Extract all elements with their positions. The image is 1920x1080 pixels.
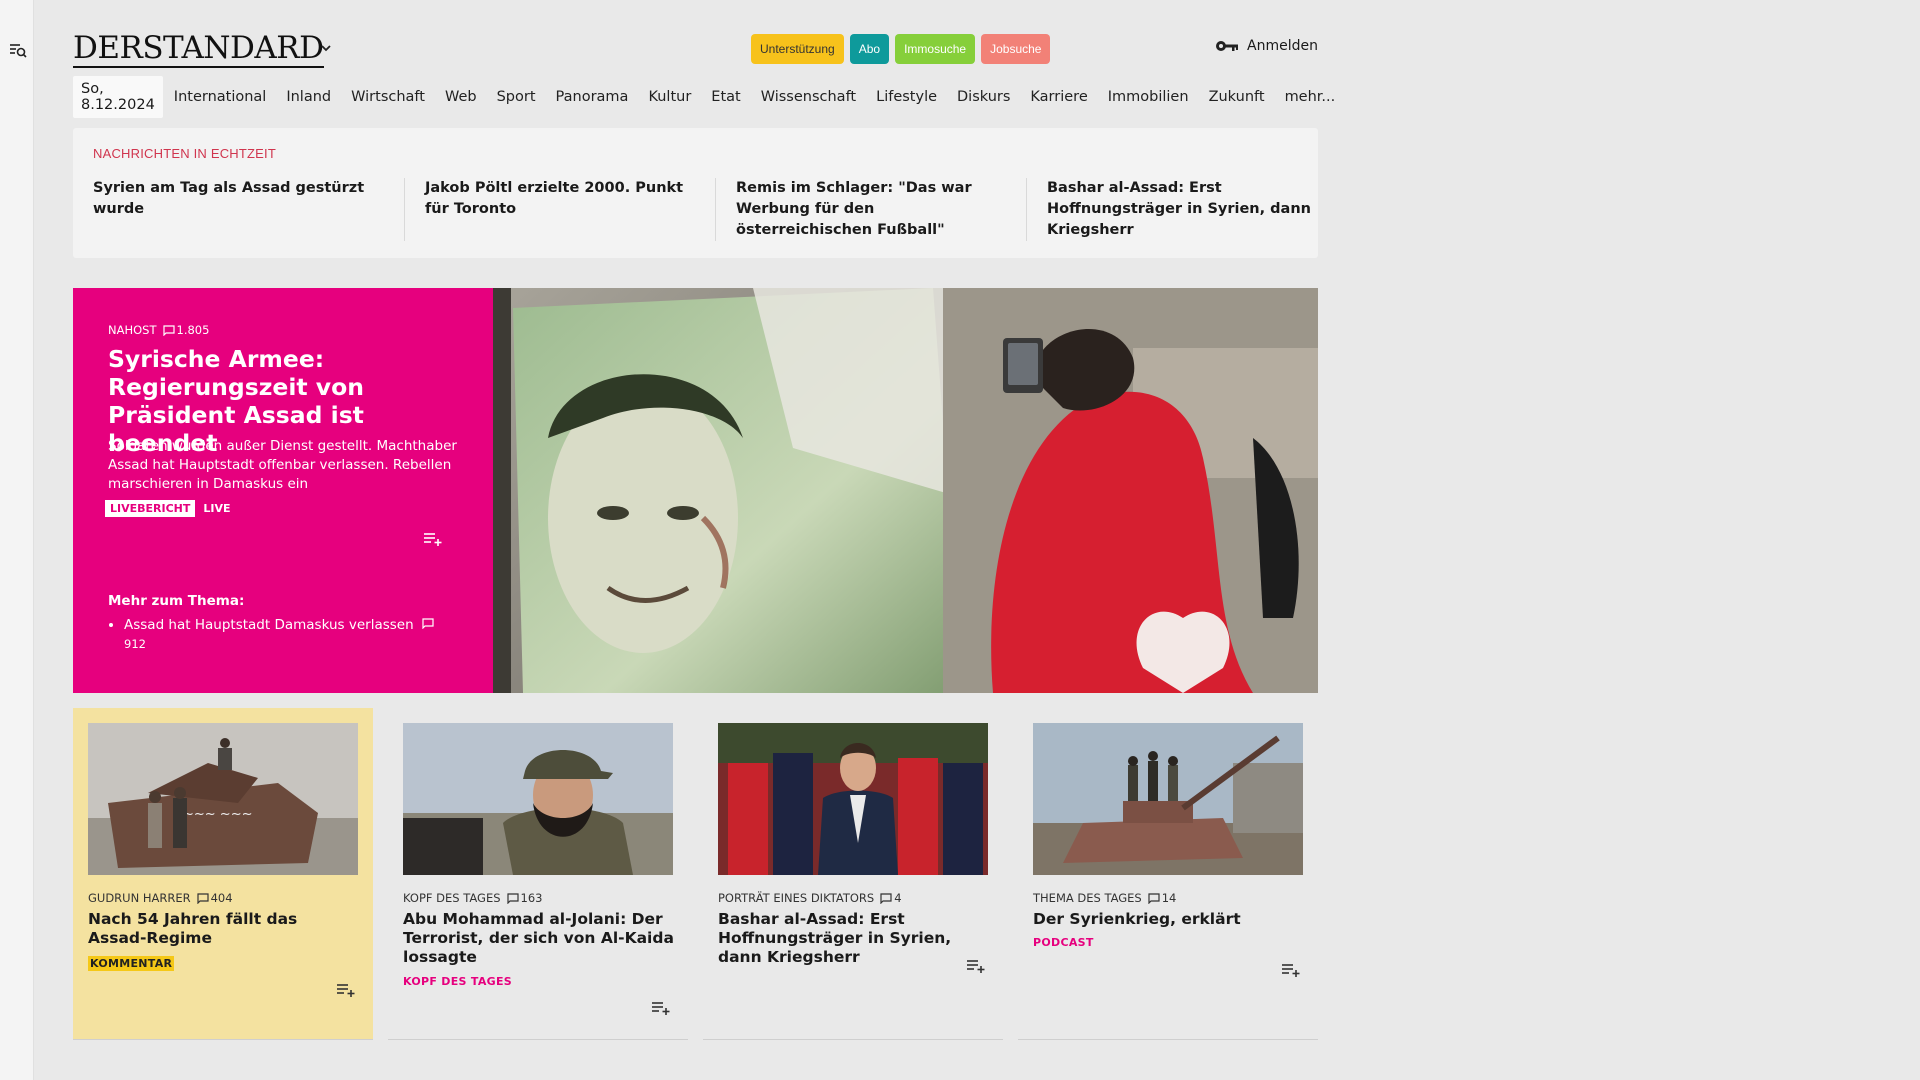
add-to-list-icon[interactable] [1281, 962, 1301, 982]
comment-icon [162, 324, 175, 336]
live-ticker: NACHRICHTEN IN ECHTZEIT Syrien am Tag al… [73, 128, 1318, 258]
comment-icon [197, 892, 209, 904]
article-image[interactable] [718, 723, 988, 875]
card-tag: KOMMENTAR [88, 956, 175, 971]
nav-item-inland[interactable]: Inland [286, 89, 331, 105]
card-section[interactable]: THEMA DES TAGES [1033, 891, 1142, 905]
article-image[interactable] [403, 723, 673, 875]
nav-item-wissenschaft[interactable]: Wissenschaft [761, 89, 856, 105]
nav-item-immobilien[interactable]: Immobilien [1108, 89, 1189, 105]
comment-icon [880, 892, 892, 904]
ticker-label: NACHRICHTEN IN ECHTZEIT [93, 146, 276, 161]
nav-item-international[interactable]: International [174, 89, 267, 105]
svg-text:~~~ ~~~: ~~~ ~~~ [183, 807, 253, 822]
more-topic-item[interactable]: Assad hat Hauptstadt Damaskus verlassen … [124, 616, 454, 654]
more-topic-list: Assad hat Hauptstadt Damaskus verlassen … [124, 616, 454, 654]
card-title[interactable]: Der Syrienkrieg, erklärt [1033, 910, 1305, 929]
card-kicker: THEMA DES TAGES 14 [1033, 891, 1176, 905]
card-tag: PODCAST [1033, 936, 1094, 949]
login-button[interactable]: Anmelden [1215, 38, 1318, 54]
article-card: KOPF DES TAGES 163 Abu Mohammad al-Jolan… [388, 708, 688, 1040]
nav-item-diskurs[interactable]: Diskurs [957, 89, 1010, 105]
site-logo[interactable]: DERSTANDARD [73, 30, 324, 68]
ticker-item[interactable]: Bashar al-Assad: Erst Hoffnungsträ­ger i… [1026, 178, 1337, 241]
section-nav: So, 8.12.2024 International Inland Wirts… [73, 76, 1355, 118]
nav-item-panorama[interactable]: Panorama [556, 89, 629, 105]
nav-item-zukunft[interactable]: Zukunft [1209, 89, 1265, 105]
card-tag: KOPF DES TAGES [403, 975, 513, 988]
card-kicker: PORTRÄT EINES DIKTATORS 4 [718, 891, 902, 905]
nav-item-sport[interactable]: Sport [497, 89, 536, 105]
card-comment-count[interactable]: 4 [894, 891, 901, 905]
nav-item-kultur[interactable]: Kultur [648, 89, 691, 105]
card-author[interactable]: GUDRUN HARRER [88, 891, 191, 905]
nav-item-lifestyle[interactable]: Lifestyle [876, 89, 937, 105]
menu-search-icon[interactable] [8, 40, 28, 60]
card-title[interactable]: Abu Mohammad al-Jolani: Der Terrorist, d… [403, 910, 675, 967]
hero-kicker: NAHOST 1.805 [108, 323, 209, 337]
card-section[interactable]: PORTRÄT EINES DIKTATORS [718, 891, 874, 905]
article-image[interactable]: ~~~ ~~~ [88, 723, 358, 875]
card-comment-count[interactable]: 14 [1162, 891, 1177, 905]
nav-item-web[interactable]: Web [445, 89, 477, 105]
hero-comment-count[interactable]: 1.805 [177, 323, 210, 337]
ticker-item[interactable]: Syrien am Tag als Assad gestürzt wurde [93, 178, 404, 241]
card-kicker: GUDRUN HARRER 404 [88, 891, 233, 905]
card-title[interactable]: Bashar al-Assad: Erst Hoffnungs­träger i… [718, 910, 990, 967]
hero-image[interactable] [493, 288, 1318, 693]
nav-item-wirtschaft[interactable]: Wirtschaft [351, 89, 425, 105]
hero-article: NAHOST 1.805 Syrische Armee: Regierungsz… [73, 288, 1318, 693]
abo-button[interactable]: Abo [849, 34, 890, 64]
live-label: LIVE [203, 502, 231, 515]
left-rail [0, 0, 34, 1080]
immosuche-button[interactable]: Immosuche [895, 34, 976, 64]
hero-tags: LIVEBERICHT LIVE [105, 500, 231, 517]
jobsuche-button[interactable]: Jobsuche [981, 34, 1051, 64]
card-comment-count[interactable]: 163 [521, 891, 543, 905]
nav-item-more[interactable]: mehr... [1285, 89, 1336, 105]
support-button[interactable]: Unterstützung [751, 34, 844, 64]
article-image[interactable] [1033, 723, 1303, 875]
add-to-list-icon[interactable] [651, 1000, 671, 1020]
more-topic-link[interactable]: Assad hat Hauptstadt Damaskus verlassen [124, 617, 414, 633]
article-cards: ~~~ ~~~ GUDRUN HARRER 404 Nach 54 Jahren… [73, 708, 1318, 1040]
add-to-list-icon[interactable] [336, 982, 356, 1002]
comment-icon [1148, 892, 1160, 904]
key-icon [1216, 41, 1239, 51]
hero-text-panel: NAHOST 1.805 Syrische Armee: Regierungsz… [73, 288, 493, 693]
current-date: So, 8.12.2024 [73, 76, 163, 118]
hero-lead: Soldaten wurden außer Dienst gestellt. M… [108, 438, 457, 492]
chevron-down-icon[interactable] [319, 40, 333, 54]
nav-item-etat[interactable]: Etat [711, 89, 740, 105]
article-card: THEMA DES TAGES 14 Der Syrienkrieg, erkl… [1018, 708, 1318, 1040]
more-topic-comments[interactable]: 912 [124, 637, 146, 651]
ticker-item[interactable]: Jakob Pöltl erzielte 2000. Punkt für Tor… [404, 178, 715, 241]
article-card: ~~~ ~~~ GUDRUN HARRER 404 Nach 54 Jahren… [73, 708, 373, 1040]
comment-icon [422, 618, 434, 630]
card-section[interactable]: KOPF DES TAGES [403, 891, 501, 905]
hero-section: NAHOST [108, 323, 157, 337]
card-kicker: KOPF DES TAGES 163 [403, 891, 542, 905]
comment-icon [506, 892, 519, 904]
card-comment-count[interactable]: 404 [211, 891, 233, 905]
nav-item-karriere[interactable]: Karriere [1030, 89, 1087, 105]
login-label: Anmelden [1247, 38, 1318, 54]
card-title[interactable]: Nach 54 Jahren fällt das Assad-Regime [88, 910, 360, 948]
service-pills: Unterstützung Abo Immosuche Jobsuche [751, 34, 1051, 64]
add-to-list-icon[interactable] [423, 531, 443, 551]
more-topic-title: Mehr zum Thema: [108, 593, 245, 609]
add-to-list-icon[interactable] [966, 958, 986, 978]
livebericht-badge: LIVEBERICHT [105, 500, 196, 517]
ticker-item[interactable]: Remis im Schlager: "Das war Wer­bung für… [715, 178, 1026, 241]
article-card: PORTRÄT EINES DIKTATORS 4 Bashar al-Assa… [703, 708, 1003, 1040]
